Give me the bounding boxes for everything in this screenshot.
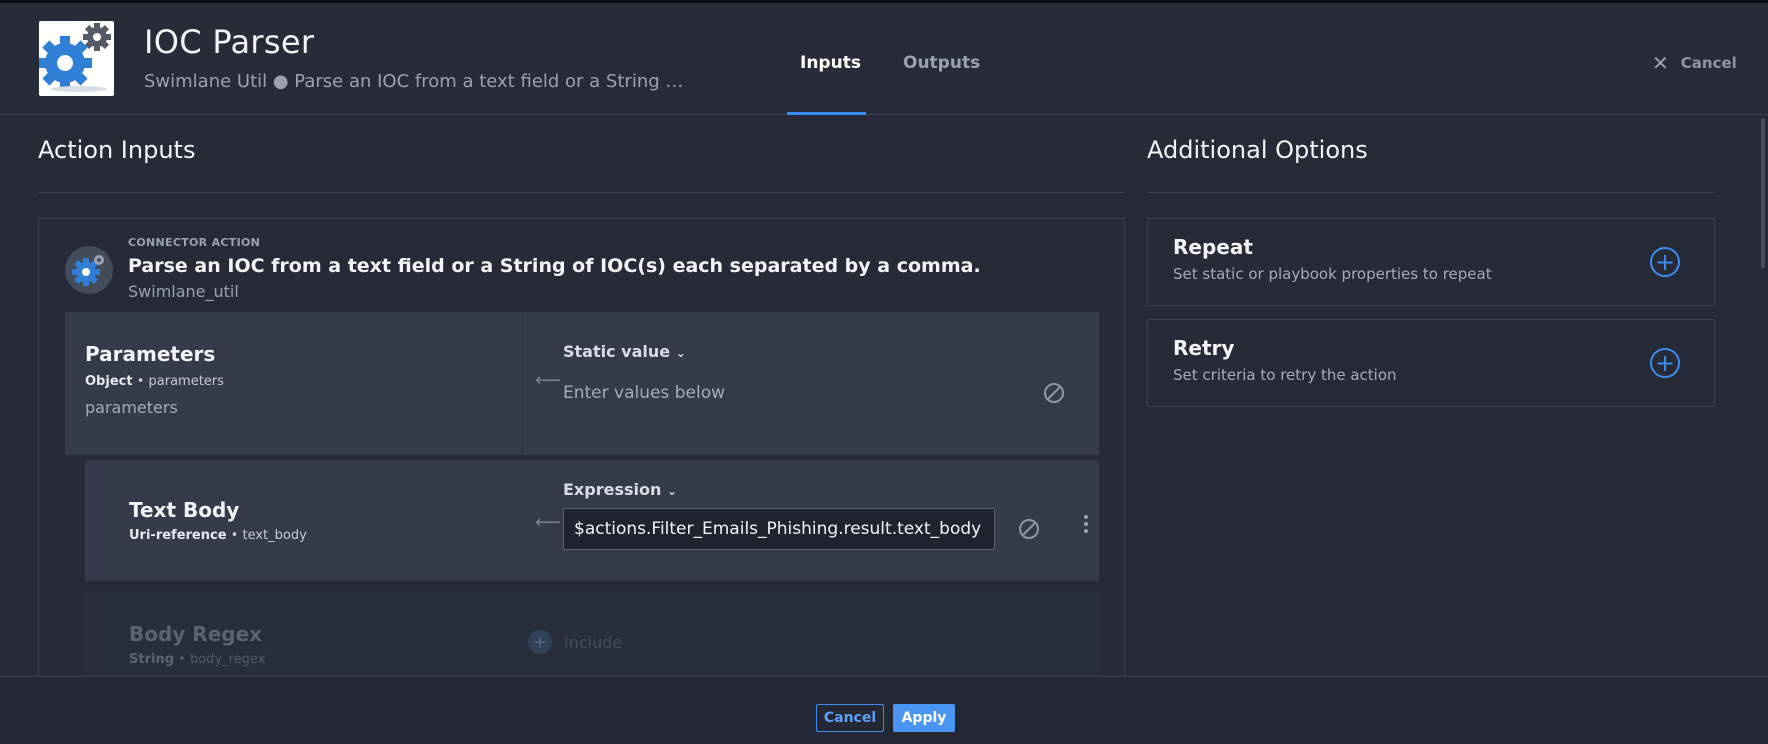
- header: IOC Parser Swimlane Util ● Parse an IOC …: [0, 3, 1768, 115]
- add-repeat-button[interactable]: +: [1650, 247, 1680, 277]
- text-body-key: text_body: [242, 528, 307, 543]
- retry-option-card: Retry Set criteria to retry the action +: [1147, 319, 1715, 407]
- parameters-type: Object • parameters: [85, 374, 224, 389]
- page-title: IOC Parser: [144, 23, 315, 61]
- plus-circle-icon: +: [1654, 349, 1676, 377]
- kebab-menu-icon[interactable]: [1084, 515, 1088, 533]
- connector-action-label: CONNECTOR ACTION: [128, 236, 261, 249]
- apply-button[interactable]: Apply: [893, 704, 955, 732]
- text-body-expression-input[interactable]: $actions.Filter_Emails_Phishing.result.t…: [563, 508, 995, 550]
- nullify-icon[interactable]: [1044, 383, 1064, 403]
- divider: [38, 192, 1125, 193]
- footer: Cancel Apply: [0, 676, 1768, 744]
- parameters-description: parameters: [85, 398, 178, 417]
- action-inputs-title: Action Inputs: [38, 136, 196, 164]
- type-separator: •: [136, 374, 149, 389]
- parameters-key: parameters: [148, 374, 224, 389]
- parameters-mode-select[interactable]: Static value ⌄: [563, 342, 686, 361]
- add-retry-button[interactable]: +: [1650, 348, 1680, 378]
- arrow-left-icon: ⟵: [535, 370, 561, 391]
- retry-title: Retry: [1173, 336, 1235, 360]
- parameters-placeholder: Enter values below: [563, 383, 726, 403]
- connector-action-title: Parse an IOC from a text field or a Stri…: [128, 255, 981, 277]
- type-separator: •: [230, 528, 243, 543]
- header-cancel-button[interactable]: ✕ Cancel: [1652, 51, 1737, 75]
- retry-description: Set criteria to retry the action: [1173, 366, 1397, 384]
- gears-logo-icon: [39, 21, 114, 96]
- body-regex-row: Body Regex String • body_regex + Include: [85, 590, 1099, 678]
- parameters-type-label: Object: [85, 374, 133, 389]
- include-button[interactable]: + Include: [528, 630, 622, 654]
- connector-action-subtitle: Swimlane_util: [128, 282, 239, 301]
- repeat-option-card: Repeat Set static or playbook properties…: [1147, 218, 1715, 306]
- vertical-scrollbar[interactable]: [1761, 118, 1765, 268]
- chevron-down-icon: ⌄: [666, 484, 677, 498]
- tab-outputs[interactable]: Outputs: [903, 53, 980, 73]
- divider: [1147, 192, 1715, 193]
- tab-inputs[interactable]: Inputs: [800, 53, 861, 73]
- active-tab-indicator: [787, 112, 866, 115]
- type-separator: •: [178, 652, 190, 667]
- body-regex-key: body_regex: [189, 652, 266, 667]
- parameters-row: Parameters Object • parameters parameter…: [65, 312, 1099, 455]
- repeat-description: Set static or playbook properties to rep…: [1173, 265, 1492, 283]
- column-divider: [522, 312, 523, 455]
- text-body-type: Uri-reference • text_body: [129, 528, 307, 543]
- arrow-left-icon: ⟵: [535, 512, 561, 533]
- text-body-mode-label: Expression: [563, 480, 662, 499]
- nullify-icon[interactable]: [1019, 519, 1039, 539]
- connector-gear-icon: [65, 246, 113, 294]
- text-body-row: Text Body Uri-reference • text_body Expr…: [85, 460, 1099, 581]
- plus-circle-icon: +: [528, 630, 552, 654]
- header-cancel-label: Cancel: [1680, 54, 1737, 72]
- text-body-mode-select[interactable]: Expression ⌄: [563, 480, 677, 499]
- body-regex-type-label: String: [129, 652, 175, 667]
- body-regex-type: String • body_regex: [129, 652, 265, 667]
- plus-circle-icon: +: [1654, 248, 1676, 276]
- parameters-mode-label: Static value: [563, 342, 671, 361]
- close-icon: ✕: [1652, 51, 1669, 75]
- chevron-down-icon: ⌄: [675, 346, 686, 360]
- body-regex-name: Body Regex: [129, 622, 263, 646]
- repeat-title: Repeat: [1173, 235, 1253, 259]
- cancel-button[interactable]: Cancel: [816, 704, 884, 732]
- page-subtitle: Swimlane Util ● Parse an IOC from a text…: [144, 71, 684, 92]
- text-body-type-label: Uri-reference: [129, 528, 227, 543]
- text-body-name: Text Body: [129, 498, 240, 522]
- include-label: Include: [564, 632, 623, 652]
- parameters-name: Parameters: [85, 342, 216, 366]
- additional-options-title: Additional Options: [1147, 136, 1368, 164]
